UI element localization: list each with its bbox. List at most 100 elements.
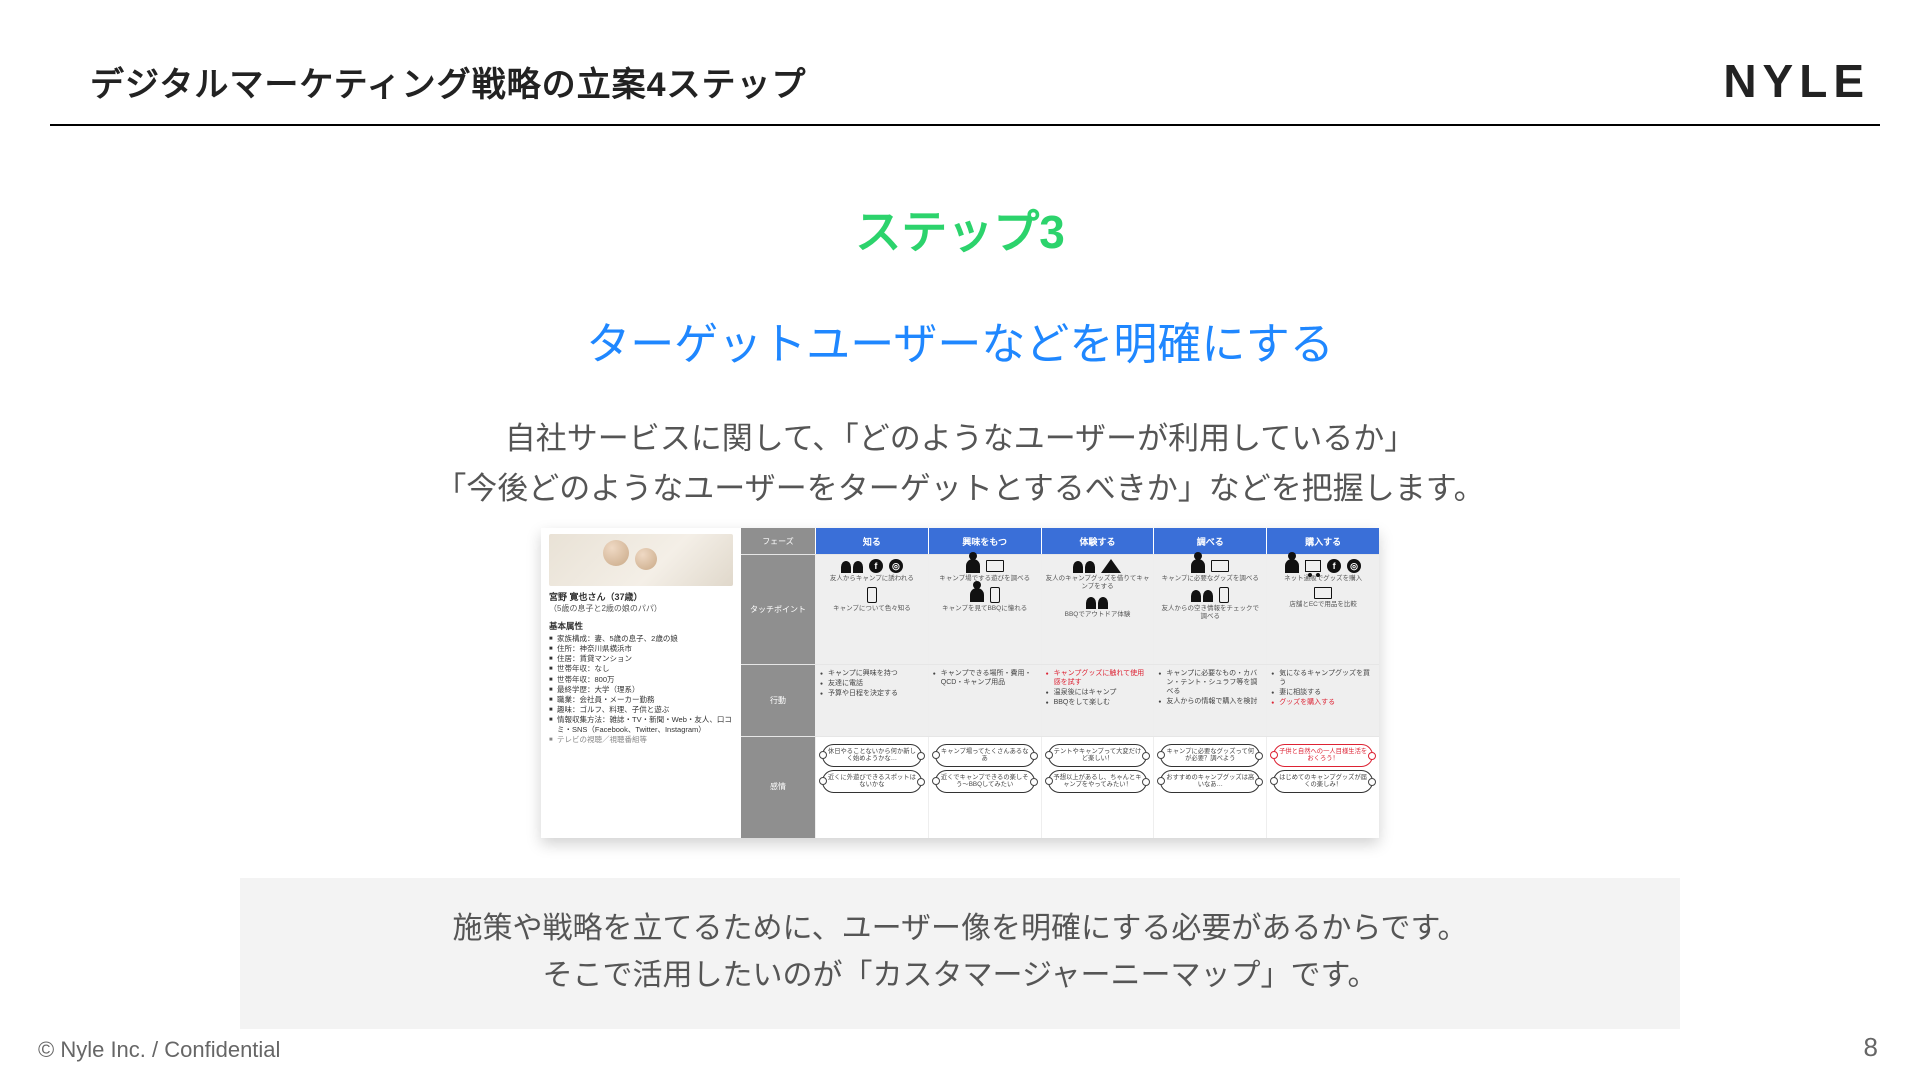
persona-subtext: （5歳の息子と2歳の娘のパパ） — [549, 603, 733, 614]
phase-header: 興味をもつ — [928, 528, 1041, 554]
emotion-cell: 子供と自然への一人目様生活をおくろう！ はじめてのキャンプグッズが届くの楽しみ！ — [1266, 737, 1379, 838]
step-label: ステップ3 — [0, 196, 1920, 262]
person-icon — [970, 588, 984, 602]
emotion-bubble: はじめてのキャンプグッズが届くの楽しみ！ — [1273, 770, 1373, 793]
touch-cell: キャンプ場でする遊びを調べる キャンプを見てBBQに憧れる — [928, 555, 1041, 664]
customer-journey-map: 宮野 寛也さん（37歳） （5歳の息子と2歳の娘のパパ） 基本属性 家族構成：妻… — [541, 528, 1379, 838]
touch-note: キャンプについて色々知る — [820, 605, 924, 613]
persona-attributes: 家族構成：妻、5歳の息子、2歳の娘 住所：神奈川県横浜市 住居：賃貸マンション … — [549, 634, 733, 745]
lead-line-1: 自社サービスに関して、「どのようなユーザーが利用しているか」 — [505, 421, 1415, 456]
persona-attr: 職業：会社員・メーカー勤務 — [549, 695, 733, 705]
emotion-bubble: 近くに外遊びできるスポットはないかな — [822, 770, 922, 793]
emotion-bubble: おすすめのキャンプグッズは高いなあ… — [1160, 770, 1260, 793]
page-number: 8 — [1864, 1032, 1878, 1063]
persona-attr: 住居：賃貸マンション — [549, 654, 733, 664]
emotion-bubble: 近くでキャンプできるの楽しそう〜BBQしてみたい — [935, 770, 1035, 793]
emotion-bubble: キャンプに必要なグッズって何が必要？調べよう — [1160, 744, 1260, 767]
persona-attr: テレビの視聴／視聴番組等 — [549, 735, 733, 745]
action-cell: キャンプに興味を持つ 友達に電話 予算や日程を決定する — [815, 665, 928, 735]
persona-name: 宮野 寛也さん（37歳） — [549, 590, 733, 603]
touch-note: 店舗とECで用品を比較 — [1271, 601, 1375, 609]
people-icon — [1191, 588, 1213, 602]
instagram-icon: ◎ — [889, 559, 903, 573]
person-icon — [1285, 559, 1299, 573]
persona-panel: 宮野 寛也さん（37歳） （5歳の息子と2歳の娘のパパ） 基本属性 家族構成：妻… — [541, 528, 741, 838]
emotion-cell: キャンプ場ってたくさんあるなあ 近くでキャンプできるの楽しそう〜BBQしてみたい — [928, 737, 1041, 838]
action-item: BBQをして楽しむ — [1046, 699, 1150, 708]
row-touchpoint: タッチポイント f ◎ 友人からキャンプに誘われる キャンプについて色々知る キ… — [741, 554, 1379, 664]
persona-section-label: 基本属性 — [549, 620, 733, 632]
phase-header: 調べる — [1153, 528, 1266, 554]
action-item: 妻に相談する — [1271, 689, 1375, 698]
row-label-touch: タッチポイント — [741, 555, 815, 664]
store-icon — [1314, 587, 1332, 599]
matrix-header: フェーズ 知る 興味をもつ 体験する 調べる 購入する — [741, 528, 1379, 554]
action-item: キャンプに必要なもの・カバン・テント・シュラフ等を調べる — [1158, 670, 1262, 696]
action-item: キャンプグッズに触れて使用感を試す — [1046, 670, 1150, 688]
matrix-corner: フェーズ — [741, 528, 815, 554]
touch-note: 友人のキャンプグッズを借りてキャンプをする — [1046, 575, 1150, 591]
row-action: 行動 キャンプに興味を持つ 友達に電話 予算や日程を決定する キャンプできる場所… — [741, 664, 1379, 735]
persona-attr: 世帯年収：800万 — [549, 675, 733, 685]
persona-attr: 家族構成：妻、5歳の息子、2歳の娘 — [549, 634, 733, 644]
row-emotion: 感情 休日やることないから何か新しく始めようかな… 近くに外遊びできるスポットは… — [741, 736, 1379, 838]
action-item: キャンプできる場所・費用・QCD・キャンプ用品 — [933, 670, 1037, 688]
emotion-bubble: 休日やることないから何か新しく始めようかな… — [822, 744, 922, 767]
touch-note: キャンプ場でする遊びを調べる — [933, 575, 1037, 583]
emotion-cell: テントやキャンプって大変だけど楽しい！ 予想以上があるし、ちゃんとキャンプをやっ… — [1041, 737, 1154, 838]
touch-note: 友人からの空き情報をチェックで調べる — [1158, 605, 1262, 621]
touch-cell: キャンプに必要なグッズを調べる 友人からの空き情報をチェックで調べる — [1153, 555, 1266, 664]
phase-header: 購入する — [1266, 528, 1379, 554]
facebook-icon: f — [1327, 559, 1341, 573]
persona-attr: 趣味：ゴルフ、料理、子供と遊ぶ — [549, 705, 733, 715]
step-title: ターゲットユーザーなどを明確にする — [0, 308, 1920, 372]
persona-attr: 住所：神奈川県横浜市 — [549, 644, 733, 654]
slide-header: デジタルマーケティング戦略の立案4ステップ NYLE — [90, 54, 1870, 108]
action-item: 友人からの情報で購入を検討 — [1158, 698, 1262, 707]
touch-note: ネット通販でグッズを購入 — [1271, 575, 1375, 583]
phone-icon — [867, 587, 877, 603]
person-icon — [1191, 559, 1205, 573]
cart-icon — [1305, 560, 1321, 572]
emotion-bubble: 予想以上があるし、ちゃんとキャンプをやってみたい！ — [1048, 770, 1148, 793]
emotion-bubble: 子供と自然への一人目様生活をおくろう！ — [1273, 744, 1373, 767]
instagram-icon: ◎ — [1347, 559, 1361, 573]
callout-line-2: そこで活用したいのが「カスタマージャーニーマップ」です。 — [543, 959, 1378, 992]
action-cell: キャンプグッズに触れて使用感を試す 温泉後にはキャンプ BBQをして楽しむ — [1041, 665, 1154, 735]
page-title: デジタルマーケティング戦略の立案4ステップ — [90, 57, 807, 106]
touch-note: キャンプに必要なグッズを調べる — [1158, 575, 1262, 583]
lead-text: 自社サービスに関して、「どのようなユーザーが利用しているか」 「今後どのようなユ… — [0, 414, 1920, 513]
facebook-icon: f — [869, 559, 883, 573]
action-item: キャンプに興味を持つ — [820, 670, 924, 679]
action-item: グッズを購入する — [1271, 699, 1375, 708]
persona-attr: 世帯年収：なし — [549, 664, 733, 674]
footer-copyright: © Nyle Inc. / Confidential — [38, 1037, 280, 1063]
persona-attr: 最終学歴：大学（理系） — [549, 685, 733, 695]
people-icon — [1086, 595, 1108, 609]
tent-icon — [1101, 559, 1121, 573]
emotion-bubble: テントやキャンプって大変だけど楽しい！ — [1048, 744, 1148, 767]
phase-header: 知る — [815, 528, 928, 554]
phone-icon — [990, 587, 1000, 603]
action-cell: キャンプに必要なもの・カバン・テント・シュラフ等を調べる 友人からの情報で購入を… — [1153, 665, 1266, 735]
emotion-bubble: キャンプ場ってたくさんあるなあ — [935, 744, 1035, 767]
laptop-icon — [1211, 560, 1229, 572]
brand-logo: NYLE — [1723, 54, 1870, 108]
touch-note: キャンプを見てBBQに憧れる — [933, 605, 1037, 613]
row-label-emotion: 感情 — [741, 737, 815, 838]
emotion-cell: 休日やることないから何か新しく始めようかな… 近くに外遊びできるスポットはないか… — [815, 737, 928, 838]
person-icon — [966, 559, 980, 573]
action-cell: 気になるキャンプグッズを買う 妻に相談する グッズを購入する — [1266, 665, 1379, 735]
touch-note: BBQでアウトドア体験 — [1046, 611, 1150, 619]
action-cell: キャンプできる場所・費用・QCD・キャンプ用品 — [928, 665, 1041, 735]
persona-photo — [549, 534, 733, 586]
action-item: 予算や日程を決定する — [820, 690, 924, 699]
touch-cell: f ◎ 友人からキャンプに誘われる キャンプについて色々知る — [815, 555, 928, 664]
action-item: 温泉後にはキャンプ — [1046, 689, 1150, 698]
lead-line-2: 「今後どのようなユーザーをターゲットとするべきか」などを把握します。 — [435, 471, 1484, 506]
journey-matrix: フェーズ 知る 興味をもつ 体験する 調べる 購入する タッチポイント f ◎ … — [741, 528, 1379, 838]
action-item: 友達に電話 — [820, 680, 924, 689]
phone-icon — [1219, 587, 1229, 603]
persona-attr: 情報収集方法：雑誌・TV・新聞・Web・友人、口コミ・SNS（Facebook、… — [549, 715, 733, 735]
callout-box: 施策や戦略を立てるために、ユーザー像を明確にする必要があるからです。 そこで活用… — [240, 878, 1680, 1029]
